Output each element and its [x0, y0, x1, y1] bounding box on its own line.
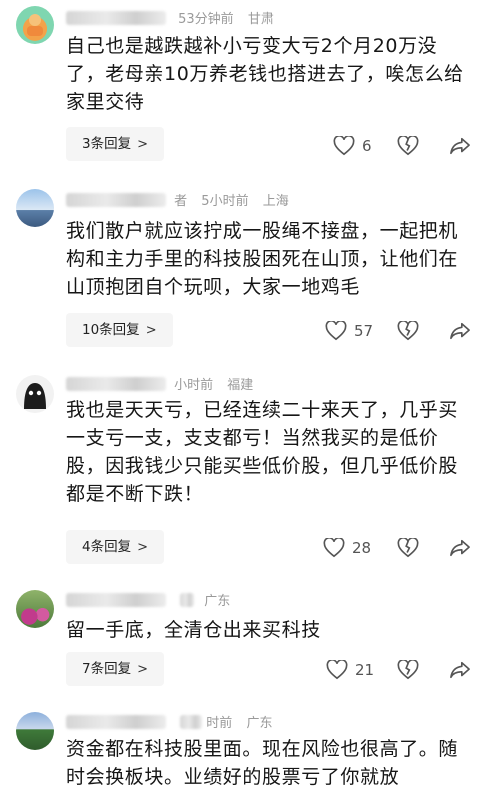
view-replies-button[interactable]: 7条回复 > — [66, 652, 164, 686]
like-button[interactable]: 6 — [333, 131, 372, 161]
dislike-button[interactable] — [397, 316, 419, 346]
share-button[interactable] — [449, 533, 471, 563]
comment-location: 广东 — [246, 716, 273, 731]
like-button[interactable]: 28 — [323, 533, 371, 563]
view-replies-button[interactable]: 3条回复 > — [66, 127, 164, 161]
like-button[interactable]: 21 — [326, 655, 374, 685]
share-button[interactable] — [449, 316, 471, 346]
like-button[interactable]: 57 — [325, 316, 373, 346]
comment-meta: 时前 广东 — [66, 712, 272, 734]
comment-meta: 小时前 福建 — [66, 374, 253, 396]
broken-heart-icon — [397, 136, 419, 156]
broken-heart-icon — [397, 660, 419, 680]
comment-meta: 广东 — [66, 590, 230, 612]
comment-location: 广东 — [204, 594, 231, 609]
share-icon — [450, 661, 470, 679]
share-icon — [450, 137, 470, 155]
comment-time-prefix: 者 — [174, 194, 188, 209]
avatar[interactable] — [16, 712, 54, 750]
like-count: 57 — [354, 322, 374, 340]
comment-time: 5小时前 — [201, 194, 249, 209]
dislike-button[interactable] — [397, 131, 419, 161]
avatar[interactable] — [16, 6, 54, 44]
share-button[interactable] — [449, 655, 471, 685]
avatar[interactable] — [16, 189, 54, 227]
comment-time: 53分钟前 — [178, 12, 234, 27]
heart-icon — [323, 538, 345, 558]
share-button[interactable] — [449, 131, 471, 161]
chevron-right-icon: > — [137, 540, 148, 555]
dislike-button[interactable] — [397, 533, 419, 563]
like-count: 21 — [355, 661, 375, 679]
comment-time: 时前 — [206, 716, 233, 731]
avatar[interactable] — [16, 590, 54, 628]
broken-heart-icon — [397, 538, 419, 558]
chevron-right-icon: > — [137, 662, 148, 677]
heart-icon — [333, 136, 355, 156]
heart-icon — [325, 321, 347, 341]
comment-meta: 53分钟前 甘肃 — [66, 8, 274, 30]
comment-text: 自己也是越跌越补小亏变大亏2个月20万没了，老母亲10万养老钱也搭进去了，唉怎么… — [66, 35, 464, 113]
avatar-face-icon — [27, 14, 43, 36]
share-icon — [450, 322, 470, 340]
comment-text: 留一手底，全清仓出来买科技 — [66, 619, 321, 641]
chevron-right-icon: > — [137, 137, 148, 152]
view-replies-button[interactable]: 4条回复 > — [66, 530, 164, 564]
comment-location: 甘肃 — [247, 12, 274, 27]
dislike-button[interactable] — [397, 655, 419, 685]
share-icon — [450, 539, 470, 557]
like-count: 28 — [352, 539, 372, 557]
comment-location: 福建 — [227, 378, 254, 393]
comment-text: 我也是天天亏，已经连续二十来天了，几乎买一支亏一支，支支都亏！当然我买的是低价股… — [66, 399, 459, 505]
comment-text: 资金都在科技股里面。现在风险也很高了。随时会换板块。业绩好的股票亏了你就放 — [66, 738, 459, 788]
broken-heart-icon — [397, 321, 419, 341]
comment-text: 我们散户就应该拧成一股绳不接盘，一起把机构和主力手里的科技股困死在山顶，让他们在… — [66, 220, 459, 298]
heart-icon — [326, 660, 348, 680]
comment-location: 上海 — [262, 194, 289, 209]
view-replies-button[interactable]: 10条回复 > — [66, 313, 173, 347]
avatar[interactable] — [16, 375, 54, 413]
chevron-right-icon: > — [145, 323, 157, 338]
avatar-figure-icon — [24, 383, 46, 409]
comment-meta: 者 5小时前 上海 — [66, 190, 289, 212]
like-count: 6 — [362, 137, 372, 155]
comment-time: 小时前 — [174, 378, 214, 393]
